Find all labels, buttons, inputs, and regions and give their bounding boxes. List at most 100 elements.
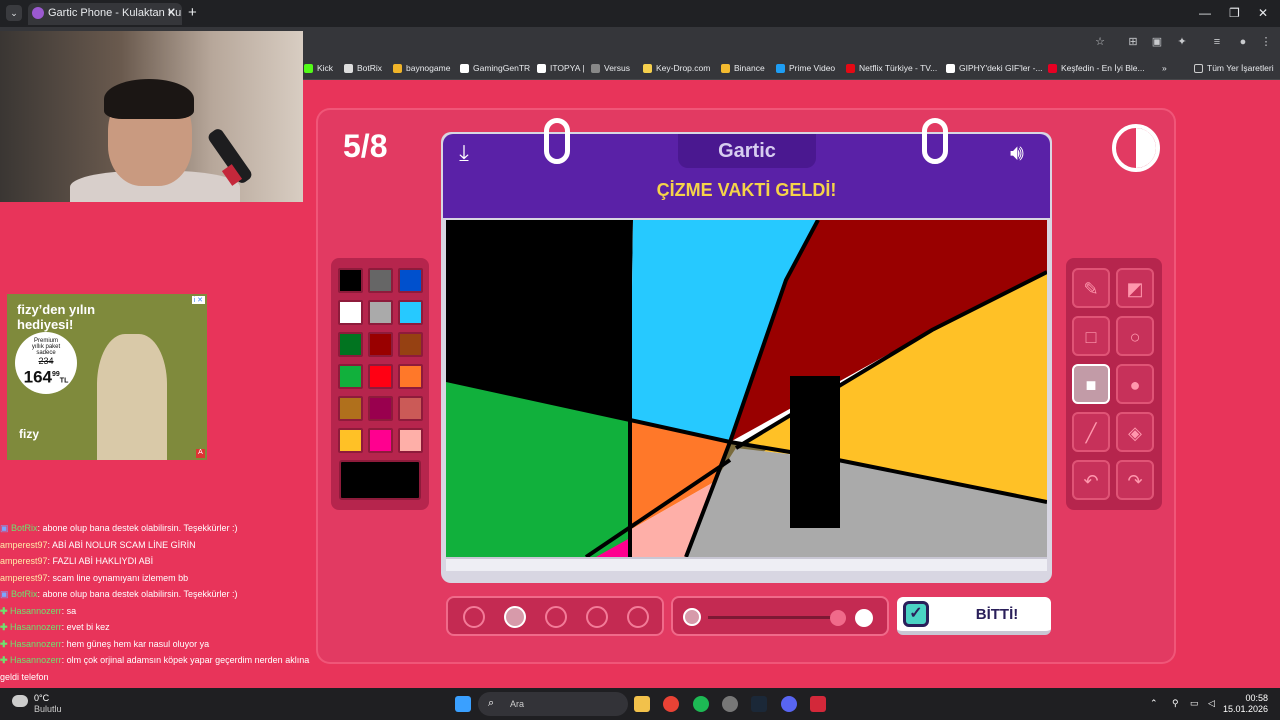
color-swatch[interactable] bbox=[368, 300, 393, 325]
bookmark-item[interactable]: GamingGenTR bbox=[460, 63, 530, 73]
clock-time[interactable]: 00:58 bbox=[1232, 693, 1268, 703]
chat-username[interactable]: BotRix bbox=[11, 523, 38, 533]
done-button[interactable]: ✓ BİTTİ! bbox=[897, 597, 1051, 635]
line-tool-icon[interactable]: ╱ bbox=[1072, 412, 1110, 452]
color-swatch[interactable] bbox=[398, 396, 423, 421]
chat-username[interactable]: Hasannozerr bbox=[10, 655, 62, 665]
rect-outline-tool-icon[interactable]: □ bbox=[1072, 316, 1110, 356]
steam-icon[interactable] bbox=[751, 696, 767, 712]
spotify-icon[interactable] bbox=[693, 696, 709, 712]
opacity-low-icon bbox=[683, 608, 701, 626]
color-swatch[interactable] bbox=[338, 300, 363, 325]
playlist-icon[interactable]: ≡ bbox=[1210, 35, 1224, 49]
color-swatch[interactable] bbox=[338, 396, 363, 421]
tab-search-button[interactable]: ⌄ bbox=[6, 5, 22, 21]
profile-icon[interactable]: ● bbox=[1236, 35, 1250, 49]
bookmark-item[interactable]: Keşfedin - En İyi Ble... bbox=[1048, 63, 1145, 73]
bookmark-item[interactable]: Prime Video bbox=[776, 63, 835, 73]
app-red-icon[interactable] bbox=[810, 696, 826, 712]
chat-username[interactable]: Hasannozerr bbox=[10, 622, 62, 632]
ad-logo: fizy bbox=[19, 427, 40, 441]
chat-username[interactable]: Hasannozerr bbox=[10, 606, 62, 616]
bookmark-item[interactable]: Netflix Türkiye - TV... bbox=[846, 63, 937, 73]
tray-chevron-icon[interactable]: ⌃ bbox=[1150, 698, 1158, 709]
bookmark-item[interactable]: Binance bbox=[721, 63, 765, 73]
download-icon[interactable]: ⤓ bbox=[452, 140, 476, 166]
all-bookmarks-folder[interactable]: Tüm Yer İşaretleri bbox=[1194, 63, 1274, 73]
obs-icon[interactable] bbox=[722, 696, 738, 712]
advertisement-banner[interactable]: i ✕ fizy’den yılın hediyesi! Premium yıl… bbox=[7, 294, 207, 460]
bookmark-item[interactable]: baynogame bbox=[393, 63, 450, 73]
weather-temp[interactable]: 0°C bbox=[34, 693, 49, 703]
color-swatch[interactable] bbox=[398, 364, 423, 389]
rect-filled-tool-icon[interactable]: ■ bbox=[1072, 364, 1110, 404]
ad-info-icon[interactable]: i ✕ bbox=[191, 296, 205, 304]
bookmark-item[interactable]: GIPHY'deki GIF'ler -... bbox=[946, 63, 1043, 73]
close-tab-icon[interactable]: ✕ bbox=[167, 6, 176, 19]
opacity-handle[interactable] bbox=[830, 610, 846, 626]
opacity-track[interactable] bbox=[708, 616, 838, 619]
chat-username[interactable]: amperest97 bbox=[0, 573, 48, 583]
drawing-canvas[interactable] bbox=[446, 220, 1047, 557]
chrome-icon[interactable] bbox=[663, 696, 679, 712]
minimize-icon[interactable]: — bbox=[1199, 6, 1211, 20]
color-swatch[interactable] bbox=[398, 332, 423, 357]
chat-username[interactable]: amperest97 bbox=[0, 540, 48, 550]
color-swatch[interactable] bbox=[398, 428, 423, 453]
color-swatch[interactable] bbox=[368, 332, 393, 357]
network-icon[interactable]: ▭ bbox=[1190, 698, 1199, 709]
color-swatch[interactable] bbox=[398, 300, 423, 325]
circle-outline-tool-icon[interactable]: ○ bbox=[1116, 316, 1154, 356]
taskbar-search[interactable]: Ara bbox=[478, 692, 628, 716]
bookmark-item[interactable]: ITOPYA | bbox=[537, 63, 585, 73]
close-window-icon[interactable]: ✕ bbox=[1258, 6, 1268, 20]
color-swatch[interactable] bbox=[338, 364, 363, 389]
start-windows-icon[interactable] bbox=[455, 696, 471, 712]
chat-username[interactable]: BotRix bbox=[11, 589, 38, 599]
chat-message: amperest97: ABİ ABİ NOLUR SCAM LİNE GİRİ… bbox=[0, 537, 335, 554]
color-swatch[interactable] bbox=[338, 332, 363, 357]
color-swatch[interactable] bbox=[338, 428, 363, 453]
bookmark-item[interactable]: Versus bbox=[591, 63, 630, 73]
color-swatch[interactable] bbox=[338, 268, 363, 293]
bookmark-star-icon[interactable]: ☆ bbox=[1093, 35, 1107, 49]
brush-size-5[interactable] bbox=[627, 606, 649, 628]
bookmark-item[interactable]: Key-Drop.com bbox=[643, 63, 710, 73]
brush-size-4[interactable] bbox=[586, 606, 608, 628]
pencil-tool-icon[interactable]: ✎ bbox=[1072, 268, 1110, 308]
new-tab-icon[interactable]: + bbox=[188, 4, 197, 21]
circle-filled-tool-icon[interactable]: ● bbox=[1116, 364, 1154, 404]
browser-tab[interactable]: Gartic Phone - Kulaktan Kulağa ✕ bbox=[28, 3, 182, 25]
weather-desc: Bulutlu bbox=[34, 704, 62, 714]
color-swatch[interactable] bbox=[368, 364, 393, 389]
color-swatch[interactable] bbox=[368, 396, 393, 421]
brush-size-1[interactable] bbox=[463, 606, 485, 628]
chat-username[interactable]: amperest97 bbox=[0, 556, 48, 566]
maximize-icon[interactable]: ❐ bbox=[1229, 6, 1240, 20]
color-swatch[interactable] bbox=[368, 428, 393, 453]
fill-bucket-tool-icon[interactable]: ◈ bbox=[1116, 412, 1154, 452]
volume-icon[interactable]: ◁ bbox=[1208, 698, 1215, 709]
color-swatch[interactable] bbox=[398, 268, 423, 293]
undo-icon[interactable]: ↶ bbox=[1072, 460, 1110, 500]
bookmark-item[interactable]: Kick bbox=[304, 63, 333, 73]
extensions-puzzle-icon[interactable]: ✦ bbox=[1175, 35, 1189, 49]
extension-icon[interactable]: ▣ bbox=[1150, 35, 1164, 49]
bookmarks-more-icon[interactable]: » bbox=[1162, 63, 1167, 73]
eraser-tool-icon[interactable]: ◩ bbox=[1116, 268, 1154, 308]
bookmark-item[interactable]: BotRix bbox=[344, 63, 382, 73]
file-explorer-icon[interactable] bbox=[634, 696, 650, 712]
brush-size-3[interactable] bbox=[545, 606, 567, 628]
chat-username[interactable]: Hasannozerr bbox=[10, 639, 62, 649]
color-swatch[interactable] bbox=[368, 268, 393, 293]
redo-icon[interactable]: ↷ bbox=[1116, 460, 1154, 500]
ad-choices-icon[interactable]: A bbox=[196, 449, 205, 458]
mic-tray-icon[interactable]: ⚲ bbox=[1172, 698, 1179, 709]
menu-dots-icon[interactable]: ⋮ bbox=[1259, 35, 1273, 49]
translate-icon[interactable]: ⊞ bbox=[1126, 35, 1140, 49]
round-counter: 5/8 bbox=[343, 128, 388, 164]
brush-size-2[interactable] bbox=[504, 606, 526, 628]
discord-icon[interactable] bbox=[781, 696, 797, 712]
sound-icon[interactable]: 🔊︎ bbox=[1010, 140, 1042, 168]
contrast-toggle-icon[interactable] bbox=[1112, 124, 1160, 172]
